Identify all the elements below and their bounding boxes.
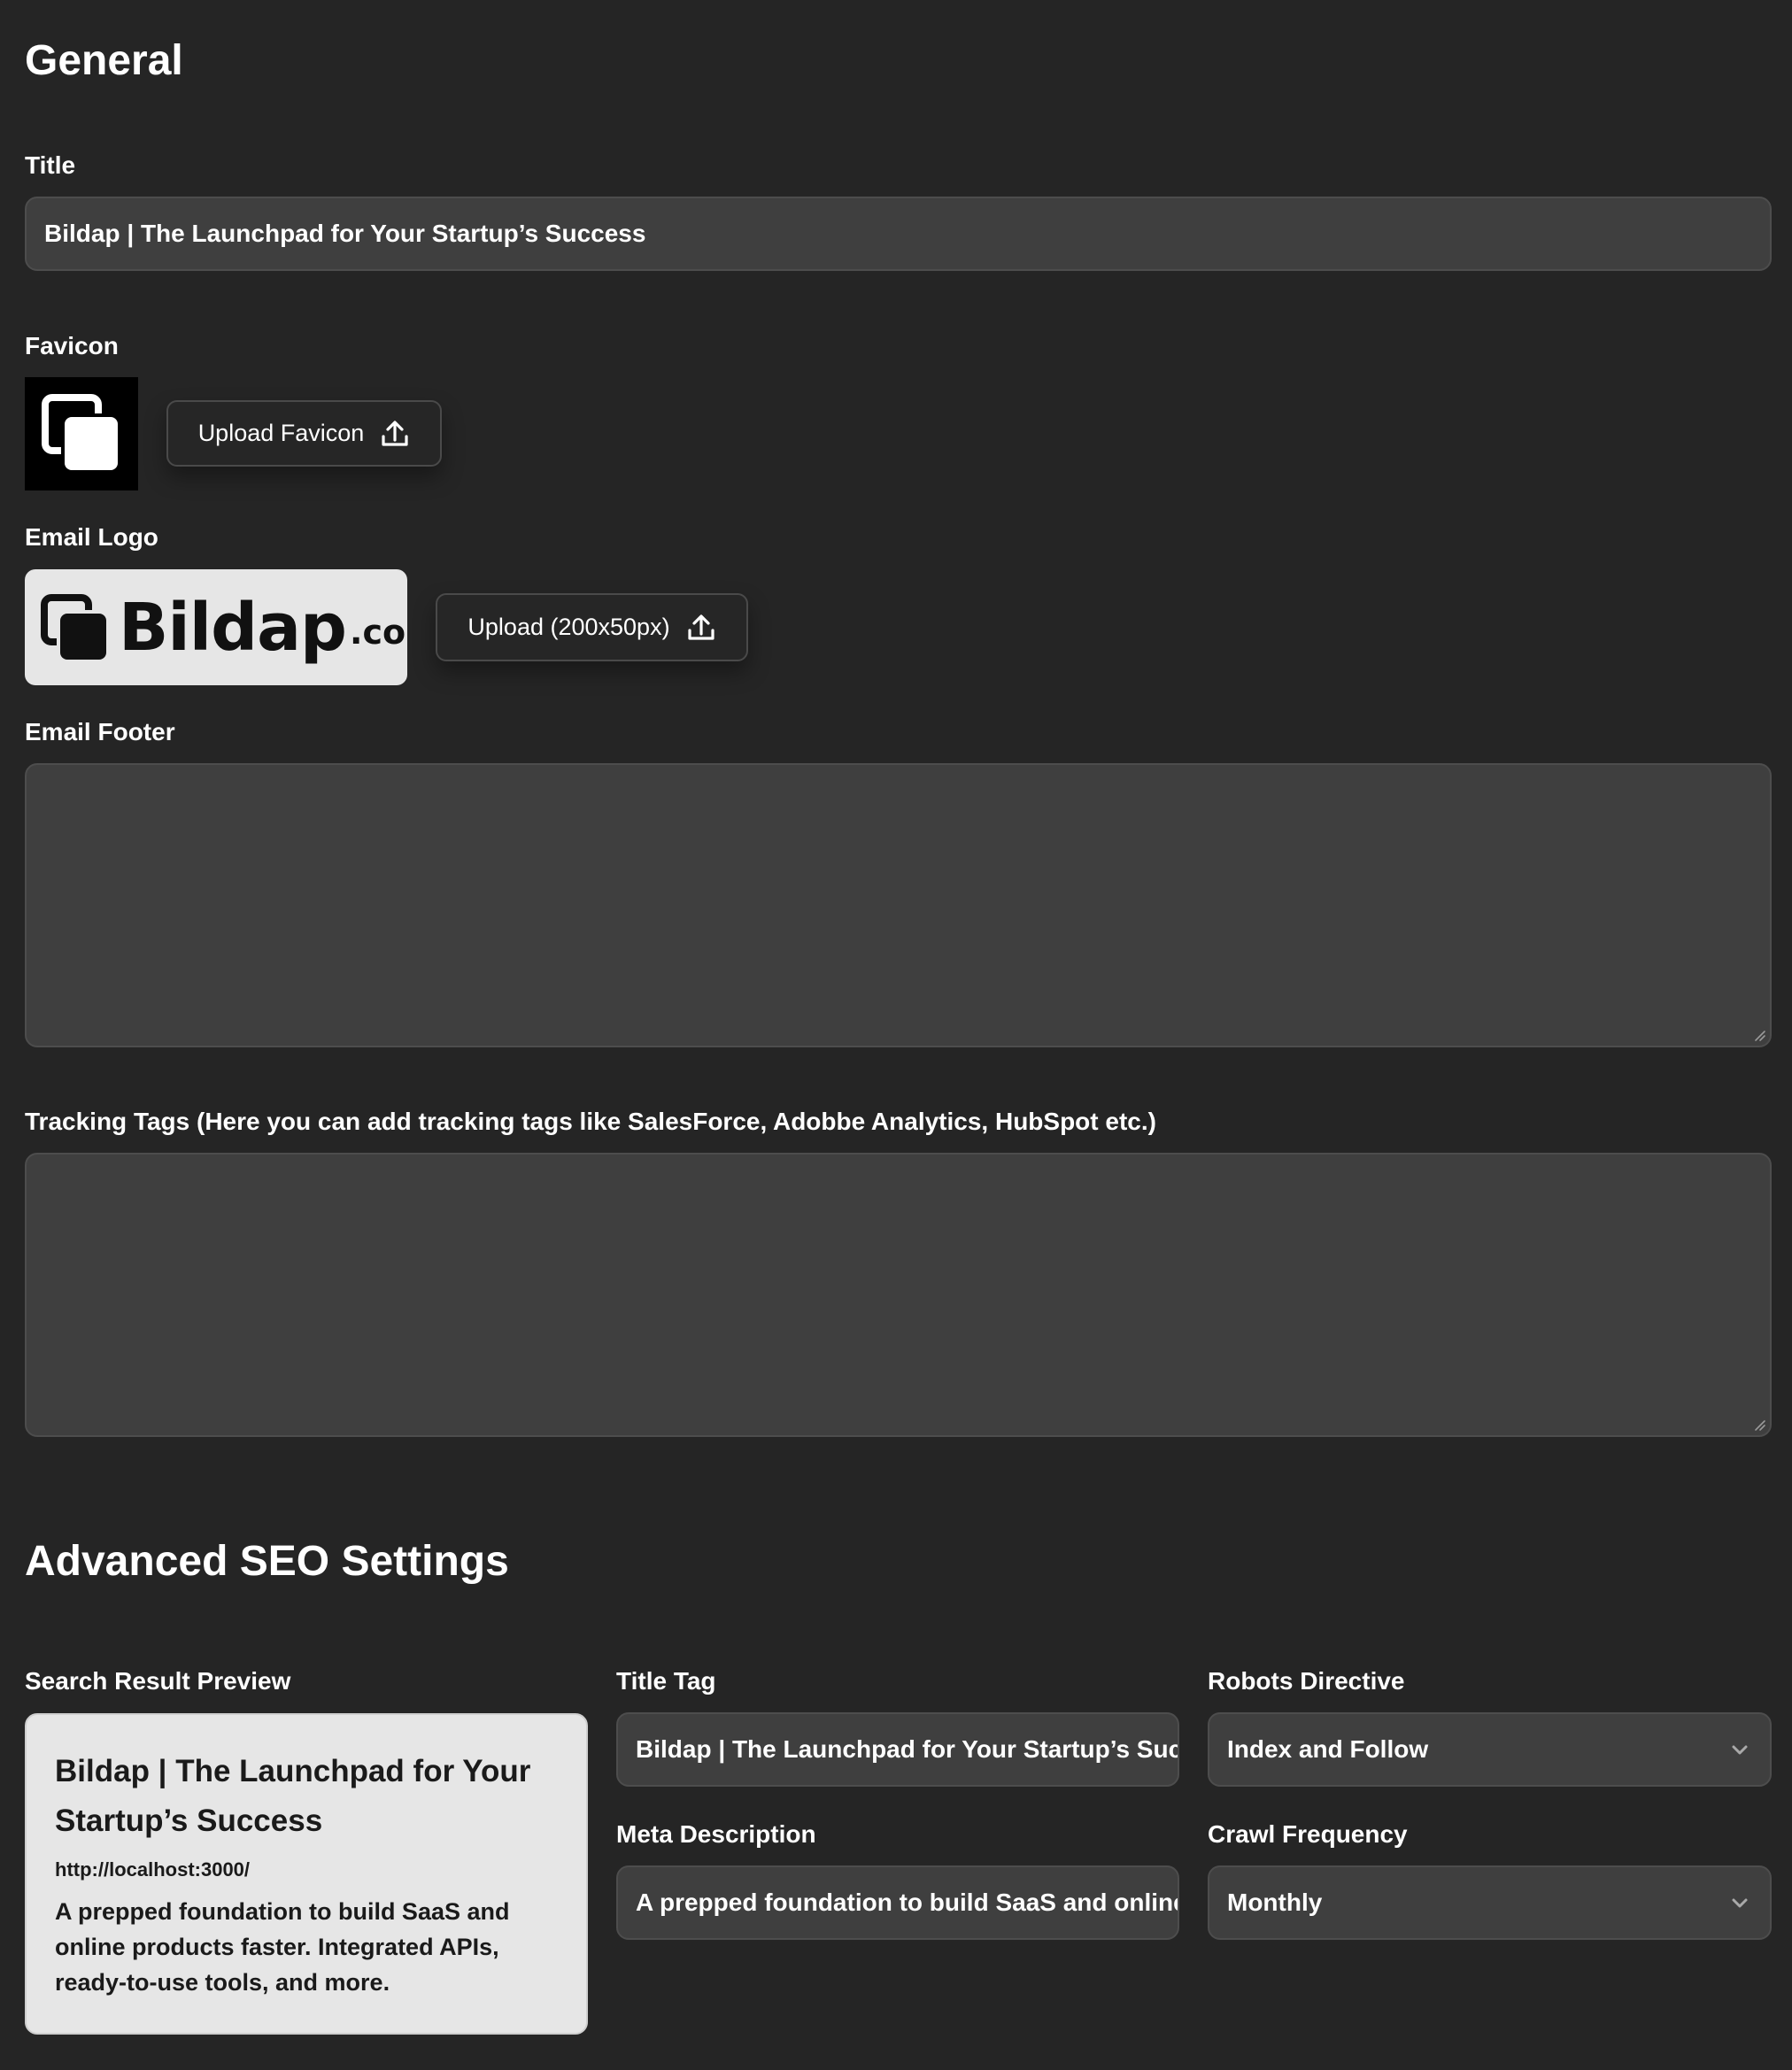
stacked-squares-icon bbox=[42, 394, 118, 470]
search-result-preview: Bildap | The Launchpad for Your Startup’… bbox=[25, 1713, 588, 2035]
title-tag-label: Title Tag bbox=[616, 1667, 716, 1695]
preview-title: Bildap | The Launchpad for Your Startup’… bbox=[55, 1754, 531, 1838]
email-footer-textarea[interactable] bbox=[25, 763, 1772, 1047]
preview-url: http://localhost:3000/ bbox=[55, 1858, 251, 1881]
title-label: Title bbox=[25, 151, 76, 179]
robots-directive-select[interactable]: Index and Follow bbox=[1208, 1712, 1772, 1787]
logo-brand-text: Bildap bbox=[119, 589, 347, 666]
stacked-squares-icon bbox=[41, 593, 108, 661]
resize-grip-icon[interactable] bbox=[1752, 1417, 1766, 1432]
upload-icon bbox=[382, 420, 408, 446]
robots-directive-label: Robots Directive bbox=[1208, 1667, 1405, 1695]
upload-logo-button[interactable]: Upload (200x50px) bbox=[436, 593, 748, 661]
email-logo-label: Email Logo bbox=[25, 523, 158, 551]
upload-favicon-button[interactable]: Upload Favicon bbox=[166, 400, 442, 467]
chevron-down-icon bbox=[1732, 1745, 1748, 1755]
tracking-tags-label: Tracking Tags (Here you can add tracking… bbox=[25, 1108, 1156, 1135]
favicon-preview bbox=[25, 377, 138, 490]
upload-favicon-label: Upload Favicon bbox=[197, 420, 365, 446]
meta-description-label: Meta Description bbox=[616, 1820, 816, 1848]
preview-description: A prepped foundation to build SaaS and o… bbox=[55, 1898, 510, 1996]
upload-icon bbox=[687, 614, 714, 640]
crawl-frequency-label: Crawl Frequency bbox=[1208, 1820, 1408, 1848]
robots-directive-value: Index and Follow bbox=[1227, 1735, 1429, 1763]
chevron-down-icon bbox=[1732, 1898, 1748, 1908]
resize-grip-icon[interactable] bbox=[1752, 1028, 1766, 1042]
logo-tld-text: .co bbox=[350, 613, 406, 652]
tracking-tags-textarea[interactable] bbox=[25, 1153, 1772, 1437]
title-tag-input[interactable]: Bildap | The Launchpad for Your Startup’… bbox=[616, 1712, 1179, 1787]
favicon-label: Favicon bbox=[25, 332, 119, 359]
general-heading: General bbox=[25, 37, 183, 84]
seo-heading: Advanced SEO Settings bbox=[25, 1538, 509, 1585]
crawl-frequency-select[interactable]: Monthly bbox=[1208, 1865, 1772, 1940]
meta-description-input[interactable]: A prepped foundation to build SaaS and o… bbox=[616, 1865, 1179, 1940]
title-input[interactable]: Bildap | The Launchpad for Your Startup’… bbox=[25, 197, 1772, 271]
upload-logo-label: Upload (200x50px) bbox=[467, 614, 670, 640]
search-preview-label: Search Result Preview bbox=[25, 1667, 291, 1695]
crawl-frequency-value: Monthly bbox=[1227, 1888, 1323, 1916]
email-logo-preview: Bildap .co bbox=[25, 569, 407, 685]
email-footer-label: Email Footer bbox=[25, 718, 175, 745]
